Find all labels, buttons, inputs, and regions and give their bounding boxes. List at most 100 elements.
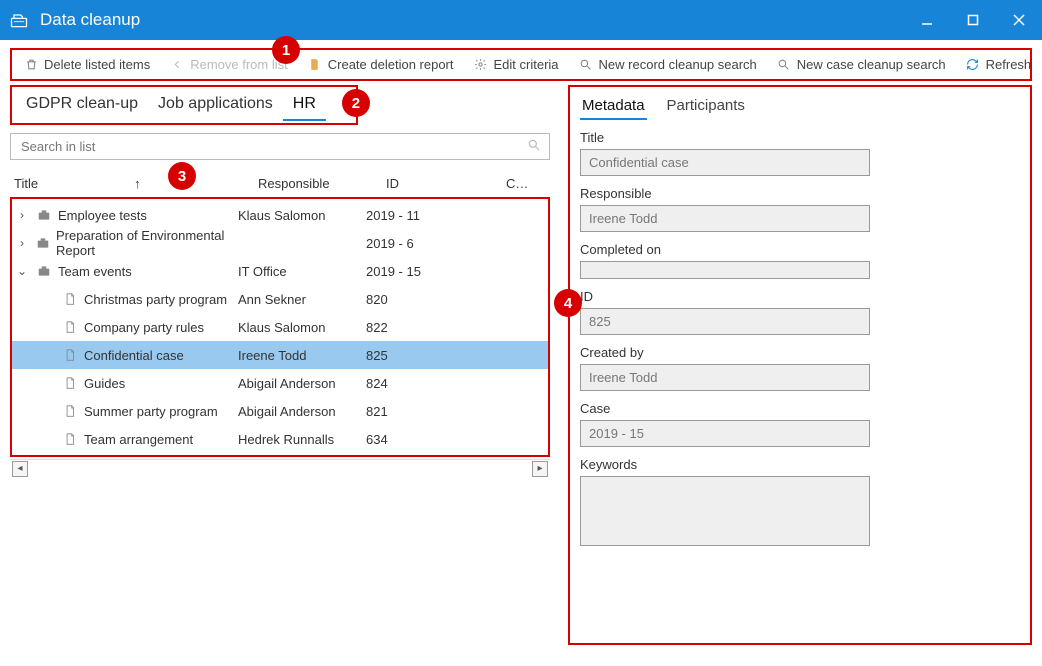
toolbar-label: Remove from list	[190, 57, 288, 72]
case-icon	[36, 235, 50, 251]
annotation-badge-1: 1	[272, 36, 300, 64]
refresh-button[interactable]: Refresh	[958, 53, 1040, 76]
field-label-keywords: Keywords	[580, 457, 1020, 472]
row-title: Company party rules	[84, 320, 204, 335]
field-value-title[interactable]: Confidential case	[580, 149, 870, 176]
toolbar-label: Edit criteria	[494, 57, 559, 72]
document-icon	[62, 347, 78, 363]
field-value-case[interactable]: 2019 - 15	[580, 420, 870, 447]
annotation-badge-4: 4	[554, 289, 582, 317]
row-responsible: Abigail Anderson	[238, 376, 366, 391]
scroll-left-icon[interactable]: ◂	[12, 461, 28, 477]
tab-participants[interactable]: Participants	[665, 93, 747, 120]
tab-job-applications[interactable]: Job applications	[148, 89, 283, 121]
row-id: 820	[366, 292, 486, 307]
row-id: 2019 - 15	[366, 264, 486, 279]
document-row[interactable]: Summer party program Abigail Anderson821	[12, 397, 548, 425]
row-title: Team events	[58, 264, 132, 279]
scroll-right-icon[interactable]: ▸	[532, 461, 548, 477]
col-truncated-header[interactable]: C…	[506, 176, 550, 191]
expand-toggle[interactable]: ›	[12, 208, 32, 222]
search-box[interactable]	[10, 133, 550, 160]
window-buttons	[904, 0, 1042, 40]
document-icon	[62, 375, 78, 391]
toolbar: Delete listed items Remove from list Cre…	[10, 48, 1032, 81]
case-row[interactable]: › Employee tests Klaus Salomon2019 - 11	[12, 201, 548, 229]
search-tabs: GDPR clean-up Job applications HR 2	[10, 85, 358, 125]
window-title: Data cleanup	[40, 10, 140, 30]
expand-toggle[interactable]: ›	[12, 236, 32, 250]
row-id: 822	[366, 320, 486, 335]
col-id-header[interactable]: ID	[386, 176, 506, 191]
case-icon	[36, 207, 52, 223]
row-title: Team arrangement	[84, 432, 193, 447]
toolbar-label: Delete listed items	[44, 57, 150, 72]
field-label-case: Case	[580, 401, 1020, 416]
search-gear-icon	[579, 58, 593, 72]
trash-icon	[24, 58, 38, 72]
delete-listed-button[interactable]: Delete listed items	[16, 53, 158, 76]
toolbar-label: Refresh	[986, 57, 1032, 72]
arrow-left-icon	[170, 58, 184, 72]
case-row[interactable]: › Preparation of Environmental Report 2019…	[12, 229, 548, 257]
row-id: 825	[366, 348, 486, 363]
row-responsible: Ann Sekner	[238, 292, 366, 307]
expand-toggle[interactable]: ⌄	[12, 264, 32, 278]
document-row[interactable]: Christmas party programAnn Sekner820	[12, 285, 548, 313]
right-pane: 4 Metadata Participants Title Confidenti…	[568, 85, 1032, 645]
case-icon	[36, 263, 52, 279]
close-button[interactable]	[996, 0, 1042, 40]
row-title: Guides	[84, 376, 125, 391]
field-value-responsible[interactable]: Ireene Todd	[580, 205, 870, 232]
search-input[interactable]	[19, 138, 527, 155]
field-value-id[interactable]: 825	[580, 308, 870, 335]
col-title-header[interactable]: Title ↑	[10, 176, 258, 191]
refresh-icon	[966, 58, 980, 72]
edit-criteria-button[interactable]: Edit criteria	[466, 53, 567, 76]
row-title: Summer party program	[84, 404, 218, 419]
tab-hr[interactable]: HR	[283, 89, 326, 121]
title-bar: Data cleanup	[0, 0, 1042, 40]
col-responsible-header[interactable]: Responsible	[258, 176, 386, 191]
maximize-button[interactable]	[950, 0, 996, 40]
row-responsible: Ireene Todd	[238, 348, 366, 363]
document-row[interactable]: Confidential caseIreene Todd825	[12, 341, 548, 369]
row-title: Preparation of Environmental Report	[56, 228, 238, 258]
toolbar-label: New record cleanup search	[599, 57, 757, 72]
horizontal-scrollbar[interactable]: ◂ ▸	[10, 459, 550, 477]
tab-metadata[interactable]: Metadata	[580, 93, 647, 120]
create-report-button[interactable]: Create deletion report	[300, 53, 462, 76]
tab-gdpr[interactable]: GDPR clean-up	[16, 89, 148, 121]
gear-icon	[474, 58, 488, 72]
field-label-id: ID	[580, 289, 1020, 304]
row-title: Employee tests	[58, 208, 147, 223]
field-value-created[interactable]: Ireene Todd	[580, 364, 870, 391]
row-id: 821	[366, 404, 486, 419]
document-icon	[308, 58, 322, 72]
results-list: 3 Title ↑ Responsible ID C… ›Employee te…	[10, 172, 550, 477]
field-value-completed[interactable]	[580, 261, 870, 279]
row-responsible: Hedrek Runnalls	[238, 432, 366, 447]
case-row[interactable]: ⌄Team eventsIT Office2019 - 15	[12, 257, 548, 285]
field-value-keywords[interactable]	[580, 476, 870, 546]
search-icon	[527, 138, 541, 155]
row-responsible: Klaus Salomon	[238, 208, 366, 223]
row-responsible: Abigail Anderson	[238, 404, 366, 419]
row-id: 2019 - 11	[366, 208, 486, 223]
column-headers: Title ↑ Responsible ID C…	[10, 172, 550, 197]
minimize-button[interactable]	[904, 0, 950, 40]
new-case-search-button[interactable]: New case cleanup search	[769, 53, 954, 76]
field-label-completed: Completed on	[580, 242, 1020, 257]
new-record-search-button[interactable]: New record cleanup search	[571, 53, 765, 76]
document-row[interactable]: Team arrangementHedrek Runnalls634	[12, 425, 548, 453]
document-row[interactable]: Company party rules Klaus Salomon822	[12, 313, 548, 341]
annotation-badge-3: 3	[168, 162, 196, 190]
toolbar-label: New case cleanup search	[797, 57, 946, 72]
document-icon	[62, 403, 78, 419]
sort-asc-icon: ↑	[134, 176, 141, 191]
document-icon	[62, 319, 78, 335]
document-icon	[62, 291, 78, 307]
row-id: 2019 - 6	[366, 236, 486, 251]
row-responsible: Klaus Salomon	[238, 320, 366, 335]
document-row[interactable]: GuidesAbigail Anderson824	[12, 369, 548, 397]
